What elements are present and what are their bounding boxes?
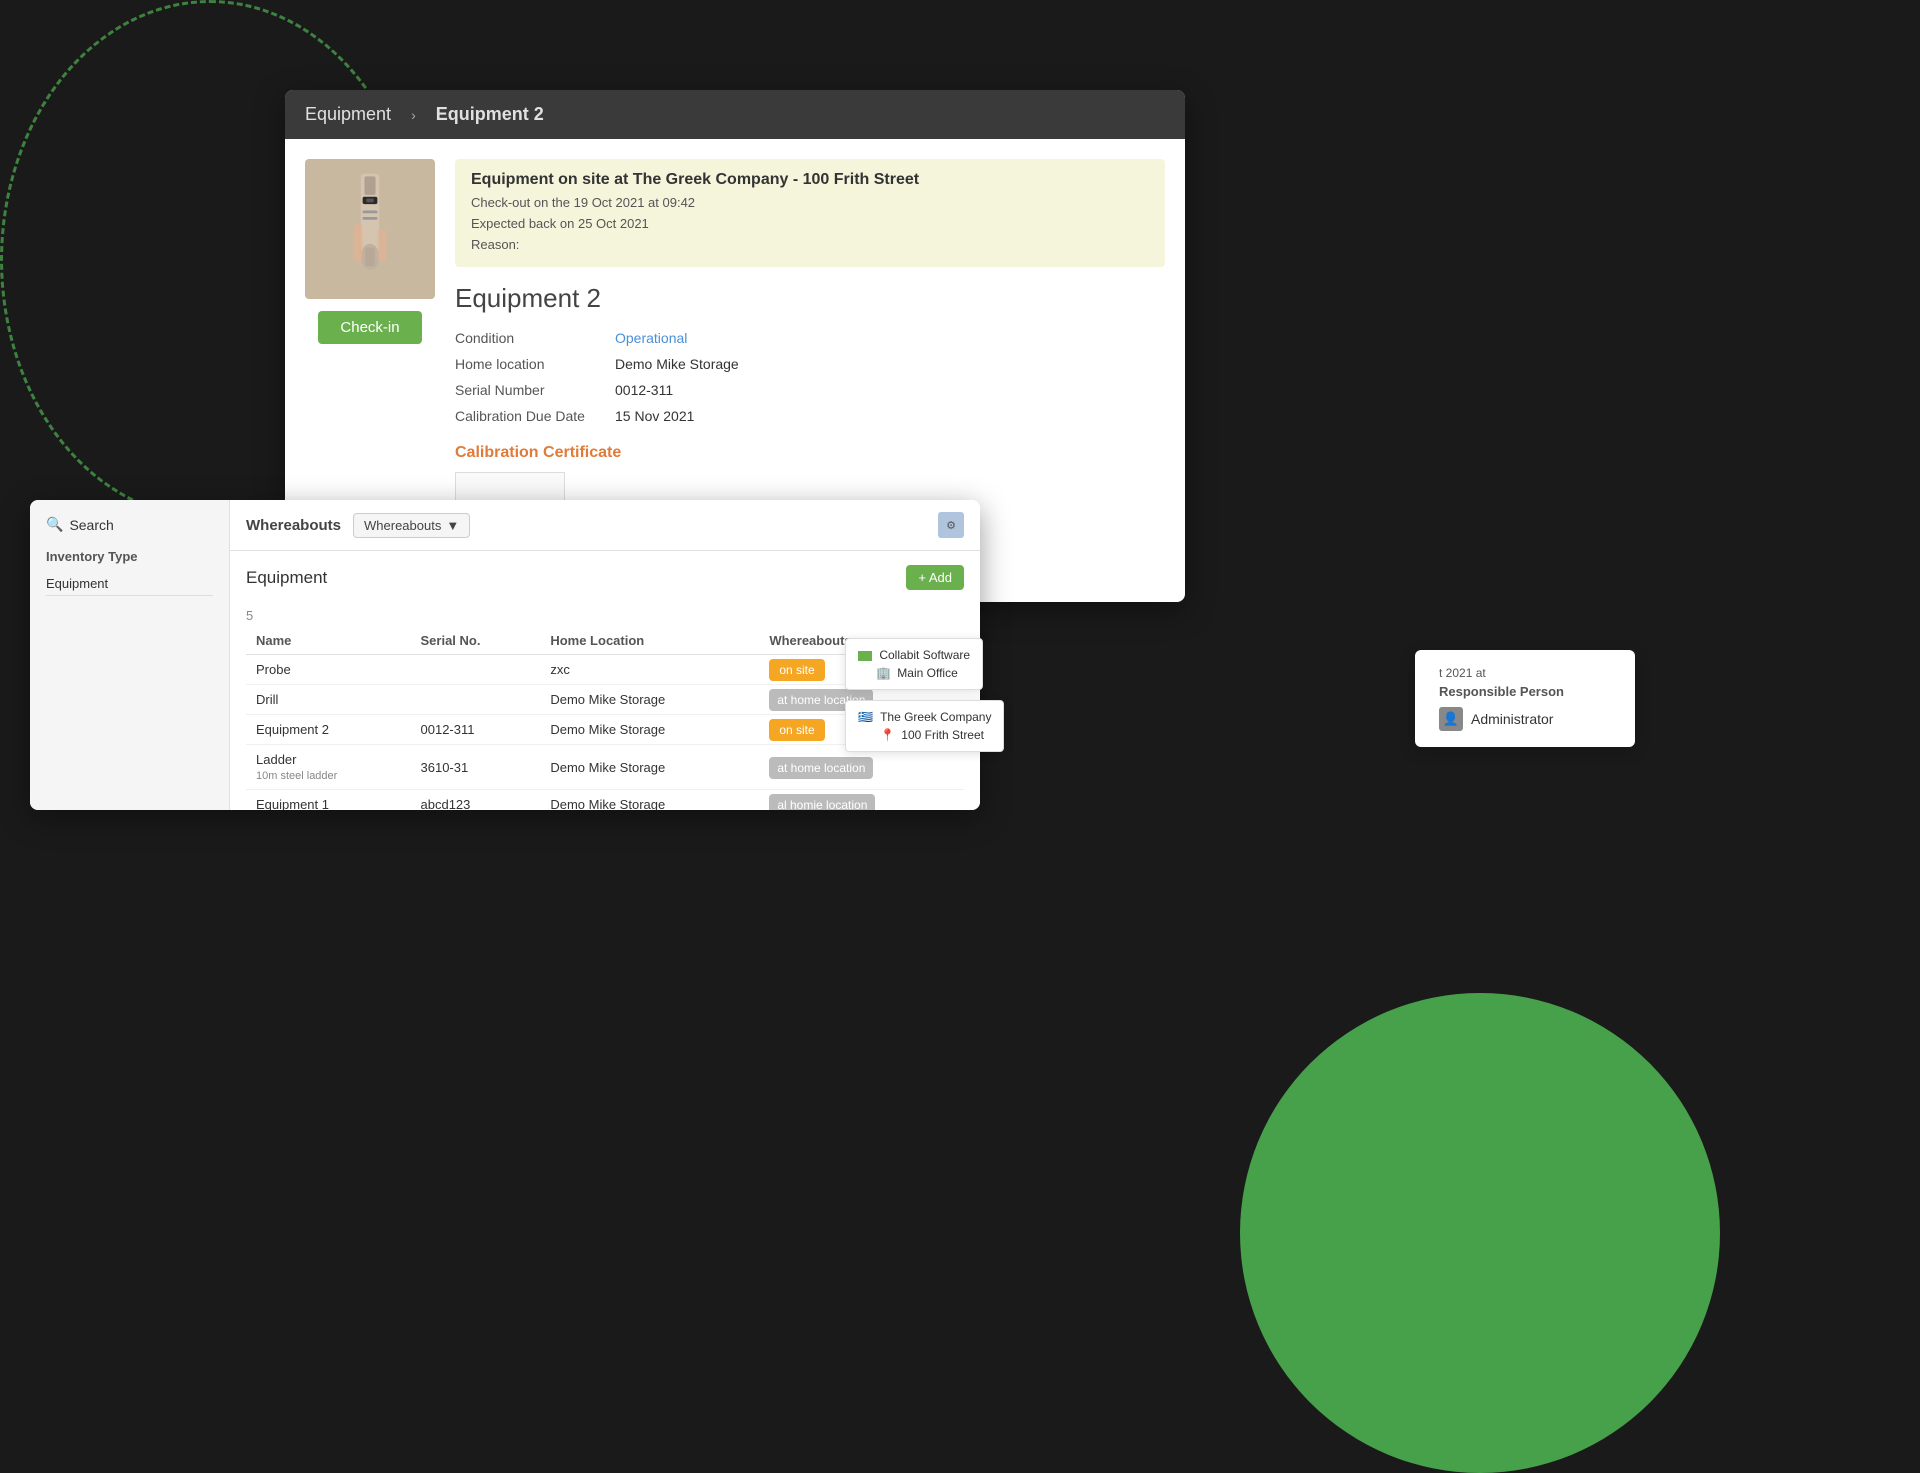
detail-table: Condition Operational Home location Demo… [455,330,1165,424]
responsible-name: Administrator [1471,711,1553,727]
cell-home-location: Demo Mike Storage [540,685,759,715]
status-reason: Reason: [471,235,1149,256]
col-name: Name [246,627,411,655]
cell-home-location: zxc [540,655,759,685]
panel-top-bar: 🔍 Search Inventory Type Equipment Wherea… [30,500,980,810]
probe-location-tooltip: Collabit Software 🏢 Main Office [845,638,983,690]
status-banner-title: Equipment on site at The Greek Company -… [471,171,1149,189]
probe-svg [330,169,410,289]
status-checkout: Check-out on the 19 Oct 2021 at 09:42 [471,193,1149,214]
calibration-cert-title: Calibration Certificate [455,444,1165,462]
decorative-green-circle [1240,993,1720,1473]
collabit-flag-icon [858,651,872,661]
building-icon: 🏢 [876,666,891,680]
cell-serial: abcd123 [411,790,541,811]
cell-home-location: Demo Mike Storage [540,745,759,790]
equip2-location-tooltip: 🇬🇷 The Greek Company 📍 100 Frith Street [845,700,1004,752]
item-sub: 10m steel ladder [256,770,337,782]
search-label[interactable]: Search [69,517,113,533]
condition-value[interactable]: Operational [615,330,1165,346]
calibration-label: Calibration Due Date [455,408,615,424]
dropdown-arrow-icon: ▼ [446,518,459,533]
calibration-value: 15 Nov 2021 [615,408,1165,424]
whereabouts-label: Whereabouts [246,517,341,534]
cell-home-location: Demo Mike Storage [540,715,759,745]
status-badge-at-home[interactable]: al homie location [769,794,875,810]
count-row: 5 [246,600,964,627]
status-badge-at-home[interactable]: at home location [769,757,873,779]
breadcrumb-label: Equipment [305,104,391,125]
cell-serial: 0012-311 [411,715,541,745]
main-part-header: Whereabouts Whereabouts ▼ ⚙ [230,500,980,551]
settings-icon[interactable]: ⚙ [938,512,964,538]
add-row: + Add [906,559,964,596]
cell-serial [411,655,541,685]
greece-flag-icon: 🇬🇷 [858,710,873,724]
col-serial: Serial No. [411,627,541,655]
avatar: 👤 [1439,707,1463,731]
equipment-image [305,159,435,299]
serial-label: Serial Number [455,382,615,398]
whereabouts-dropdown[interactable]: Whereabouts ▼ [353,513,470,538]
equip2-location-sub: 📍 100 Frith Street [880,728,984,742]
cell-serial: 3610-31 [411,745,541,790]
equipment-card-header: Equipment › Equipment 2 [285,90,1185,139]
status-badge-on-site[interactable]: on site [769,659,824,681]
sidebar-item-equipment[interactable]: Equipment [46,572,213,596]
equipment-list-title: Equipment [246,568,327,588]
cell-name: Equipment 1 [246,790,411,811]
cell-name: Probe [246,655,411,685]
equipment-card-title: Equipment 2 [436,104,544,125]
probe-location-name: Collabit Software [879,648,970,662]
cell-home-location: Demo Mike Storage [540,790,759,811]
cell-name: Drill [246,685,411,715]
sidebar-search-row[interactable]: 🔍 Search [46,516,213,533]
equip2-location-name: The Greek Company [880,710,991,724]
home-location-value: Demo Mike Storage [615,356,1165,372]
search-icon: 🔍 [46,516,63,533]
responsible-person: 👤 Administrator [1439,707,1611,731]
cell-name: Ladder 10m steel ladder [246,745,411,790]
cell-name: Equipment 2 [246,715,411,745]
table-row[interactable]: Equipment 1abcd123Demo Mike Storage al ho… [246,790,964,811]
responsible-date-text: t 2021 at [1439,666,1611,680]
whereabouts-panel: 🔍 Search Inventory Type Equipment Wherea… [30,500,980,810]
col-home-location: Home Location [540,627,759,655]
sidebar-section-title: Inventory Type [46,549,213,564]
add-button[interactable]: + Add [906,565,964,590]
status-expected: Expected back on 25 Oct 2021 [471,214,1149,235]
dropdown-label: Whereabouts [364,518,441,533]
status-badge-on-site[interactable]: on site [769,719,824,741]
breadcrumb-separator: › [411,107,416,123]
responsible-label: Responsible Person [1439,684,1611,699]
equipment-name: Equipment 2 [455,283,1165,314]
sidebar: 🔍 Search Inventory Type Equipment [30,500,230,810]
serial-value: 0012-311 [615,382,1165,398]
cell-whereabouts: al homie location [759,790,964,811]
check-in-button[interactable]: Check-in [318,311,421,344]
home-location-label: Home location [455,356,615,372]
item-name: Ladder [256,752,296,767]
status-banner: Equipment on site at The Greek Company -… [455,159,1165,267]
cell-serial [411,685,541,715]
condition-label: Condition [455,330,615,346]
probe-location-sub: 🏢 Main Office [876,666,958,680]
responsible-person-card: t 2021 at Responsible Person 👤 Administr… [1415,650,1635,747]
building-icon-2: 📍 [880,728,895,742]
